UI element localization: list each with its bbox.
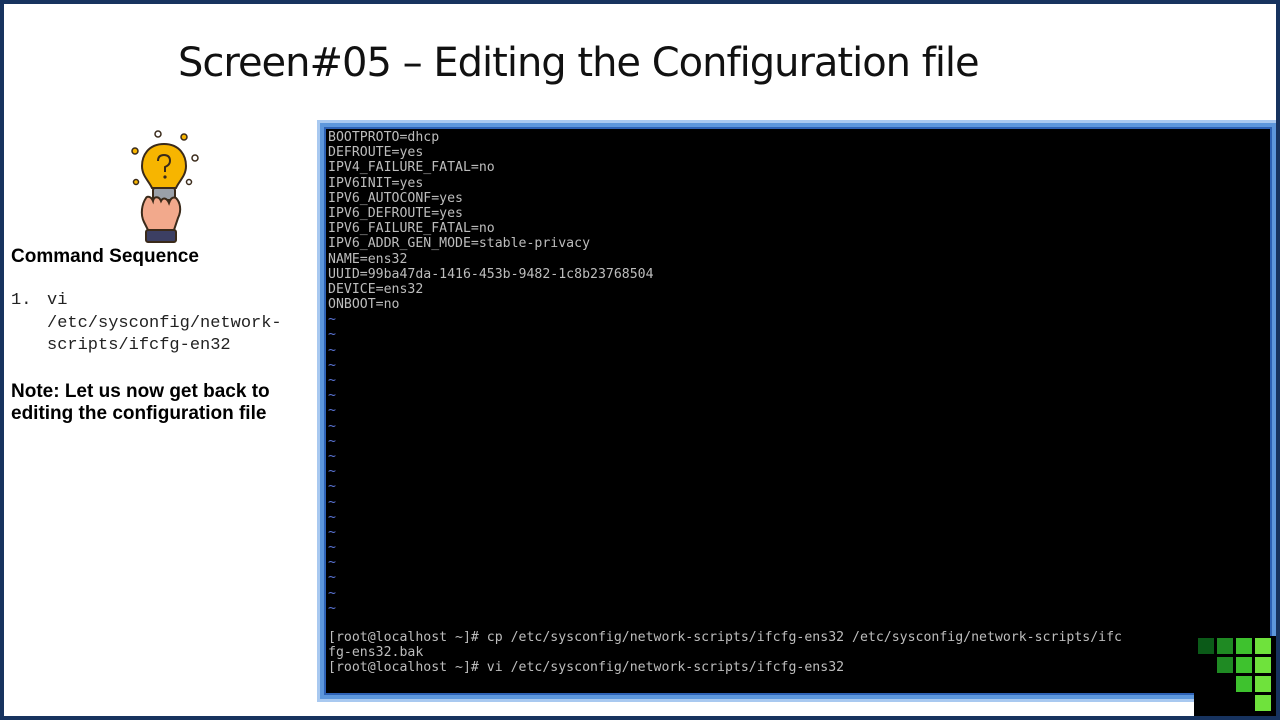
command-sequence-heading: Command Sequence [11,246,199,267]
logo-square [1236,676,1252,692]
logo-square [1255,676,1271,692]
empty-line-marker: ~ [328,540,336,556]
command-text: vi /etc/sysconfig/network- scripts/ifcfg… [47,291,282,355]
command-number: 1. [11,291,32,310]
logo-square [1255,638,1271,654]
config-line: DEVICE=ens32 [328,281,424,297]
terminal-screenshot: BOOTPROTO=dhcp DEFROUTE=yes IPV4_FAILURE_F… [320,123,1276,699]
empty-line-marker: ~ [328,433,336,449]
empty-line-marker: ~ [328,448,336,464]
config-line: UUID=99ba47da-1416-453b-9482-1c8b2376850… [328,266,654,282]
empty-line-marker: ~ [328,312,336,328]
config-line: IPV6_ADDR_GEN_MODE=stable-privacy [328,236,591,252]
config-line: IPV6_AUTOCONF=yes [328,190,463,206]
config-line: DEFROUTE=yes [328,145,424,161]
empty-line-marker: ~ [328,357,336,373]
vi-buffer: BOOTPROTO=dhcp DEFROUTE=yes IPV4_FAILURE_F… [328,130,1272,616]
slide-title: Screen#05 – Editing the Configuration fi… [178,40,980,86]
empty-line-marker: ~ [328,403,336,419]
empty-line-marker: ~ [328,388,336,404]
empty-line-marker: ~ [328,342,336,358]
logo-square [1236,638,1252,654]
logo-square [1255,657,1271,673]
empty-line-marker: ~ [328,600,336,616]
empty-line-marker: ~ [328,524,336,540]
empty-line-marker: ~ [328,464,336,480]
config-line: IPV6INIT=yes [328,175,424,191]
logo-square [1255,695,1271,711]
shell-line: fg-ens32.bak [328,645,424,661]
slide: Screen#05 – Editing the Configuration fi… [0,0,1280,720]
empty-line-marker: ~ [328,494,336,510]
empty-line-marker: ~ [328,418,336,434]
logo-square [1198,638,1214,654]
empty-line-marker: ~ [328,555,336,571]
logo-square [1217,657,1233,673]
empty-line-marker: ~ [328,327,336,343]
config-line: NAME=ens32 [328,251,408,267]
command-item: 1. vi /etc/sysconfig/network- scripts/if… [11,290,311,358]
empty-line-marker: ~ [328,373,336,388]
config-line: BOOTPROTO=dhcp [328,130,440,145]
logo-square [1236,657,1252,673]
empty-line-marker: ~ [328,570,336,586]
shell-line: [root@localhost ~]# vi /etc/sysconfig/ne… [328,660,845,676]
empty-line-marker: ~ [328,479,336,495]
note-text: Note: Let us now get back to editing the… [11,381,270,424]
command-list: 1. vi /etc/sysconfig/network- scripts/if… [11,290,311,358]
config-line: IPV6_FAILURE_FATAL=no [328,221,495,237]
shell-line: [root@localhost ~]# cp /etc/sysconfig/ne… [328,630,1122,645]
config-line: IPV6_DEFROUTE=yes [328,205,463,221]
shell-history: [root@localhost ~]# cp /etc/sysconfig/ne… [328,630,1272,676]
config-line: IPV4_FAILURE_FATAL=no [328,160,495,176]
green-squares-logo-icon [1194,636,1276,716]
empty-line-marker: ~ [328,509,336,525]
logo-square [1217,638,1233,654]
config-line: ONBOOT=no [328,297,400,313]
empty-line-marker: ~ [328,585,336,601]
hand-holding-lightbulb-icon [131,130,199,243]
